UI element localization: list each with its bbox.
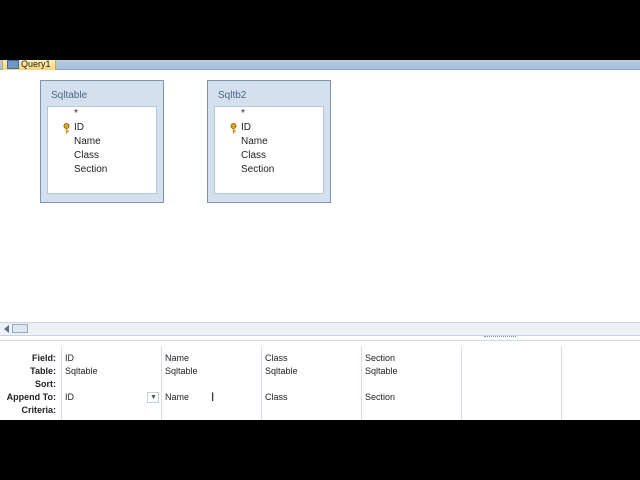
field-all[interactable]: * <box>74 108 78 119</box>
i-beam-cursor-icon: I <box>211 390 215 404</box>
pane-splitter-handle[interactable] <box>484 336 516 339</box>
field-id[interactable]: ID <box>241 122 251 133</box>
row-label-table: Table: <box>30 366 56 376</box>
row-label-append-to: Append To: <box>6 392 56 402</box>
field-class[interactable]: Class <box>241 150 266 161</box>
query-icon <box>7 60 19 69</box>
field-list[interactable]: * ID Name Class Section <box>214 106 324 194</box>
field-list[interactable]: * ID Name Class Section <box>47 106 157 194</box>
column-divider <box>61 347 62 420</box>
scroll-thumb[interactable] <box>12 324 28 333</box>
table-sqltable[interactable]: Sqltable * ID Name Class Section <box>40 80 164 203</box>
tab-label: Query1 <box>21 60 51 69</box>
table-sqltb2[interactable]: Sqltb2 * ID Name Class Section <box>207 80 331 203</box>
grid-append-to-cell[interactable]: ID <box>65 392 74 402</box>
column-divider <box>361 347 362 420</box>
field-all[interactable]: * <box>241 108 245 119</box>
grid-append-to-cell[interactable]: Name <box>165 392 189 402</box>
chevron-down-icon: ▼ <box>150 394 157 401</box>
key-icon <box>230 123 237 134</box>
field-id[interactable]: ID <box>74 122 84 133</box>
column-divider <box>561 347 562 420</box>
append-to-dropdown[interactable]: ▼ <box>147 392 159 403</box>
horizontal-scrollbar[interactable] <box>0 322 640 336</box>
query-design-grid: Field: Table: Sort: Append To: Criteria:… <box>0 340 640 420</box>
grid-table-cell[interactable]: Sqltable <box>365 366 398 376</box>
row-label-criteria: Criteria: <box>21 405 56 415</box>
field-section[interactable]: Section <box>74 164 107 175</box>
grid-field-cell[interactable]: Section <box>365 353 395 363</box>
tab-query1[interactable]: Query1 <box>2 60 56 70</box>
grid-append-to-cell[interactable]: Section <box>365 392 395 402</box>
field-class[interactable]: Class <box>74 150 99 161</box>
field-name[interactable]: Name <box>74 136 101 147</box>
row-label-field: Field: <box>32 353 56 363</box>
grid-field-cell[interactable]: ID <box>65 353 74 363</box>
table-title: Sqltable <box>51 90 88 101</box>
row-label-sort: Sort: <box>35 379 56 389</box>
grid-field-cell[interactable]: Class <box>265 353 288 363</box>
column-divider <box>461 347 462 420</box>
query-design-window: Query1 Sqltable * ID Name Class Section … <box>0 60 640 420</box>
table-design-pane: Sqltable * ID Name Class Section Sqltb2 … <box>0 70 640 322</box>
document-tab-bar: Query1 <box>0 60 640 70</box>
grid-table-cell[interactable]: Sqltable <box>265 366 298 376</box>
column-divider <box>161 347 162 420</box>
column-divider <box>261 347 262 420</box>
grid-append-to-cell[interactable]: Class <box>265 392 288 402</box>
field-name[interactable]: Name <box>241 136 268 147</box>
field-section[interactable]: Section <box>241 164 274 175</box>
scroll-left-icon[interactable] <box>4 325 9 333</box>
grid-field-cell[interactable]: Name <box>165 353 189 363</box>
table-title: Sqltb2 <box>218 90 247 101</box>
grid-table-cell[interactable]: Sqltable <box>165 366 198 376</box>
grid-table-cell[interactable]: Sqltable <box>65 366 98 376</box>
key-icon <box>63 123 70 134</box>
